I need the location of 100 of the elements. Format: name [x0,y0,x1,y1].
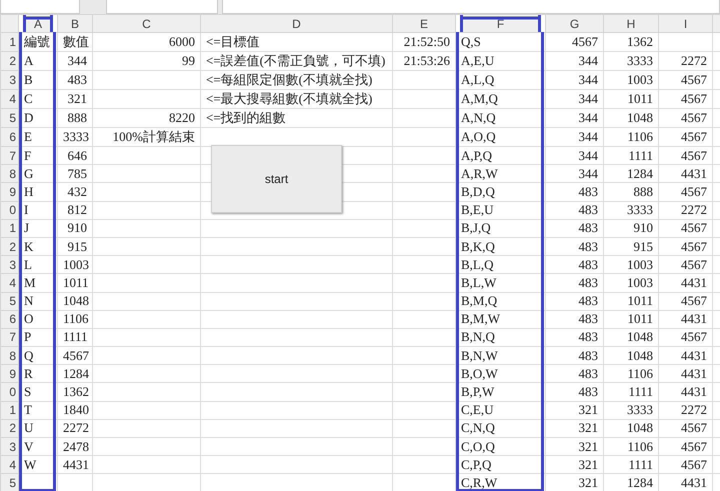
table-cell: 4431 [681,366,707,381]
name-box[interactable] [0,0,80,14]
table-cell: T [24,402,32,418]
table-cell: 3333 [627,202,653,218]
row-number[interactable]: 3 [0,70,18,90]
row-number[interactable]: 9 [0,364,18,383]
table-cell: 21:53:26 [404,53,450,68]
row-number[interactable]: 5 [0,108,18,128]
table-cell: 1048 [627,329,653,344]
column-header[interactable]: I [658,14,712,32]
row-number[interactable]: 5 [0,292,18,310]
table-cell: S [24,384,32,400]
column-header[interactable]: B [58,14,92,32]
start-button[interactable]: start [211,145,342,213]
row-number[interactable]: 7 [0,146,18,165]
table-cell: 483 [578,202,598,218]
row-number[interactable]: 8 [0,164,18,183]
column-header[interactable]: H [604,14,658,32]
table-cell: 483 [578,311,598,326]
table-cell: 344 [578,91,598,106]
row-number[interactable]: 6 [0,128,18,146]
row-number[interactable]: 2 [0,237,18,256]
column-header[interactable]: A [18,14,58,32]
row-number[interactable]: 2 [0,419,18,438]
table-cell: 483 [578,348,598,363]
column-header[interactable]: F [456,14,546,32]
table-cell: 1284 [627,474,653,490]
table-cell: R [24,366,33,381]
table-cell: 4567 [681,148,707,163]
row-number[interactable]: 9 [0,182,18,202]
table-cell: 344 [578,72,598,87]
table-cell: A,E,U [461,53,494,68]
table-cell: B,M,Q [461,293,498,308]
row-number[interactable]: 0 [0,382,18,402]
row-number[interactable]: 2 [0,52,18,70]
table-cell: 1048 [627,348,653,363]
row-number[interactable]: 3 [0,256,18,274]
table-cell: 1111 [628,384,653,400]
table-cell: J [24,220,30,236]
table-cell: 344 [578,166,598,181]
table-cell: 483 [578,274,598,290]
row-number[interactable]: 4 [0,274,18,292]
table-cell: L [24,256,32,272]
row-number[interactable]: 4 [0,90,18,108]
table-cell: 1003 [627,72,653,87]
table-cell: 646 [68,148,87,163]
table-cell: Q,S [461,34,481,49]
table-cell: 8220 [169,110,195,125]
table-cell: Q [24,348,34,363]
table-cell: 4567 [681,220,707,236]
table-cell: 483 [578,220,598,236]
row-number[interactable]: 1 [0,219,18,238]
table-cell: 1106 [627,366,653,381]
row-number[interactable]: 4 [0,456,18,474]
table-cell: 4431 [681,384,707,400]
table-cell: 321 [578,456,598,472]
column-header[interactable]: C [92,14,200,32]
table-cell: 3333 [627,53,653,68]
table-cell: 1106 [627,129,653,144]
table-cell: E [24,129,32,144]
table-cell: 99 [182,53,195,68]
table-cell: 915 [634,238,653,254]
table-cell: 483 [578,293,598,308]
table-cell: 1011 [627,91,653,106]
row-number[interactable]: 5 [0,474,18,491]
table-cell: 432 [68,184,87,199]
table-cell: A,R,W [461,166,498,181]
table-cell: 4567 [681,129,707,144]
table-cell: <=誤差值(不需正負號，可不填) [206,53,386,68]
table-cell: 6000 [169,34,195,49]
row-number[interactable]: 8 [0,346,18,365]
column-header[interactable]: D [200,14,392,32]
formula-bar[interactable] [222,0,720,14]
table-cell: 1003 [627,256,653,272]
row-number[interactable]: 6 [0,310,18,328]
table-cell: 1106 [627,438,653,454]
table-cell: 812 [68,202,87,218]
table-cell: 888 [68,110,87,125]
column-header[interactable]: E [392,14,456,32]
row-number[interactable]: 1 [0,401,18,420]
table-cell: O [24,311,34,326]
table-cell: C,P,Q [461,456,492,472]
table-cell: B,P,W [461,384,494,400]
row-number[interactable]: 3 [0,438,18,456]
table-cell: 344 [578,148,598,163]
table-cell: 4567 [681,438,707,454]
row-number[interactable]: 0 [0,201,18,220]
table-cell: 4567 [681,420,707,436]
row-number[interactable]: 7 [0,328,18,347]
table-cell: 4567 [63,348,89,363]
row-number[interactable]: 1 [0,32,18,52]
table-cell: P [24,329,32,344]
table-cell: 4567 [681,238,707,254]
column-header[interactable]: G [546,14,604,32]
table-cell: 4567 [681,329,707,344]
table-cell: B,N,W [461,348,498,363]
table-cell: 888 [634,184,653,199]
table-cell: 2272 [681,53,707,68]
table-cell: 4431 [681,311,707,326]
table-cell: 321 [578,402,598,418]
